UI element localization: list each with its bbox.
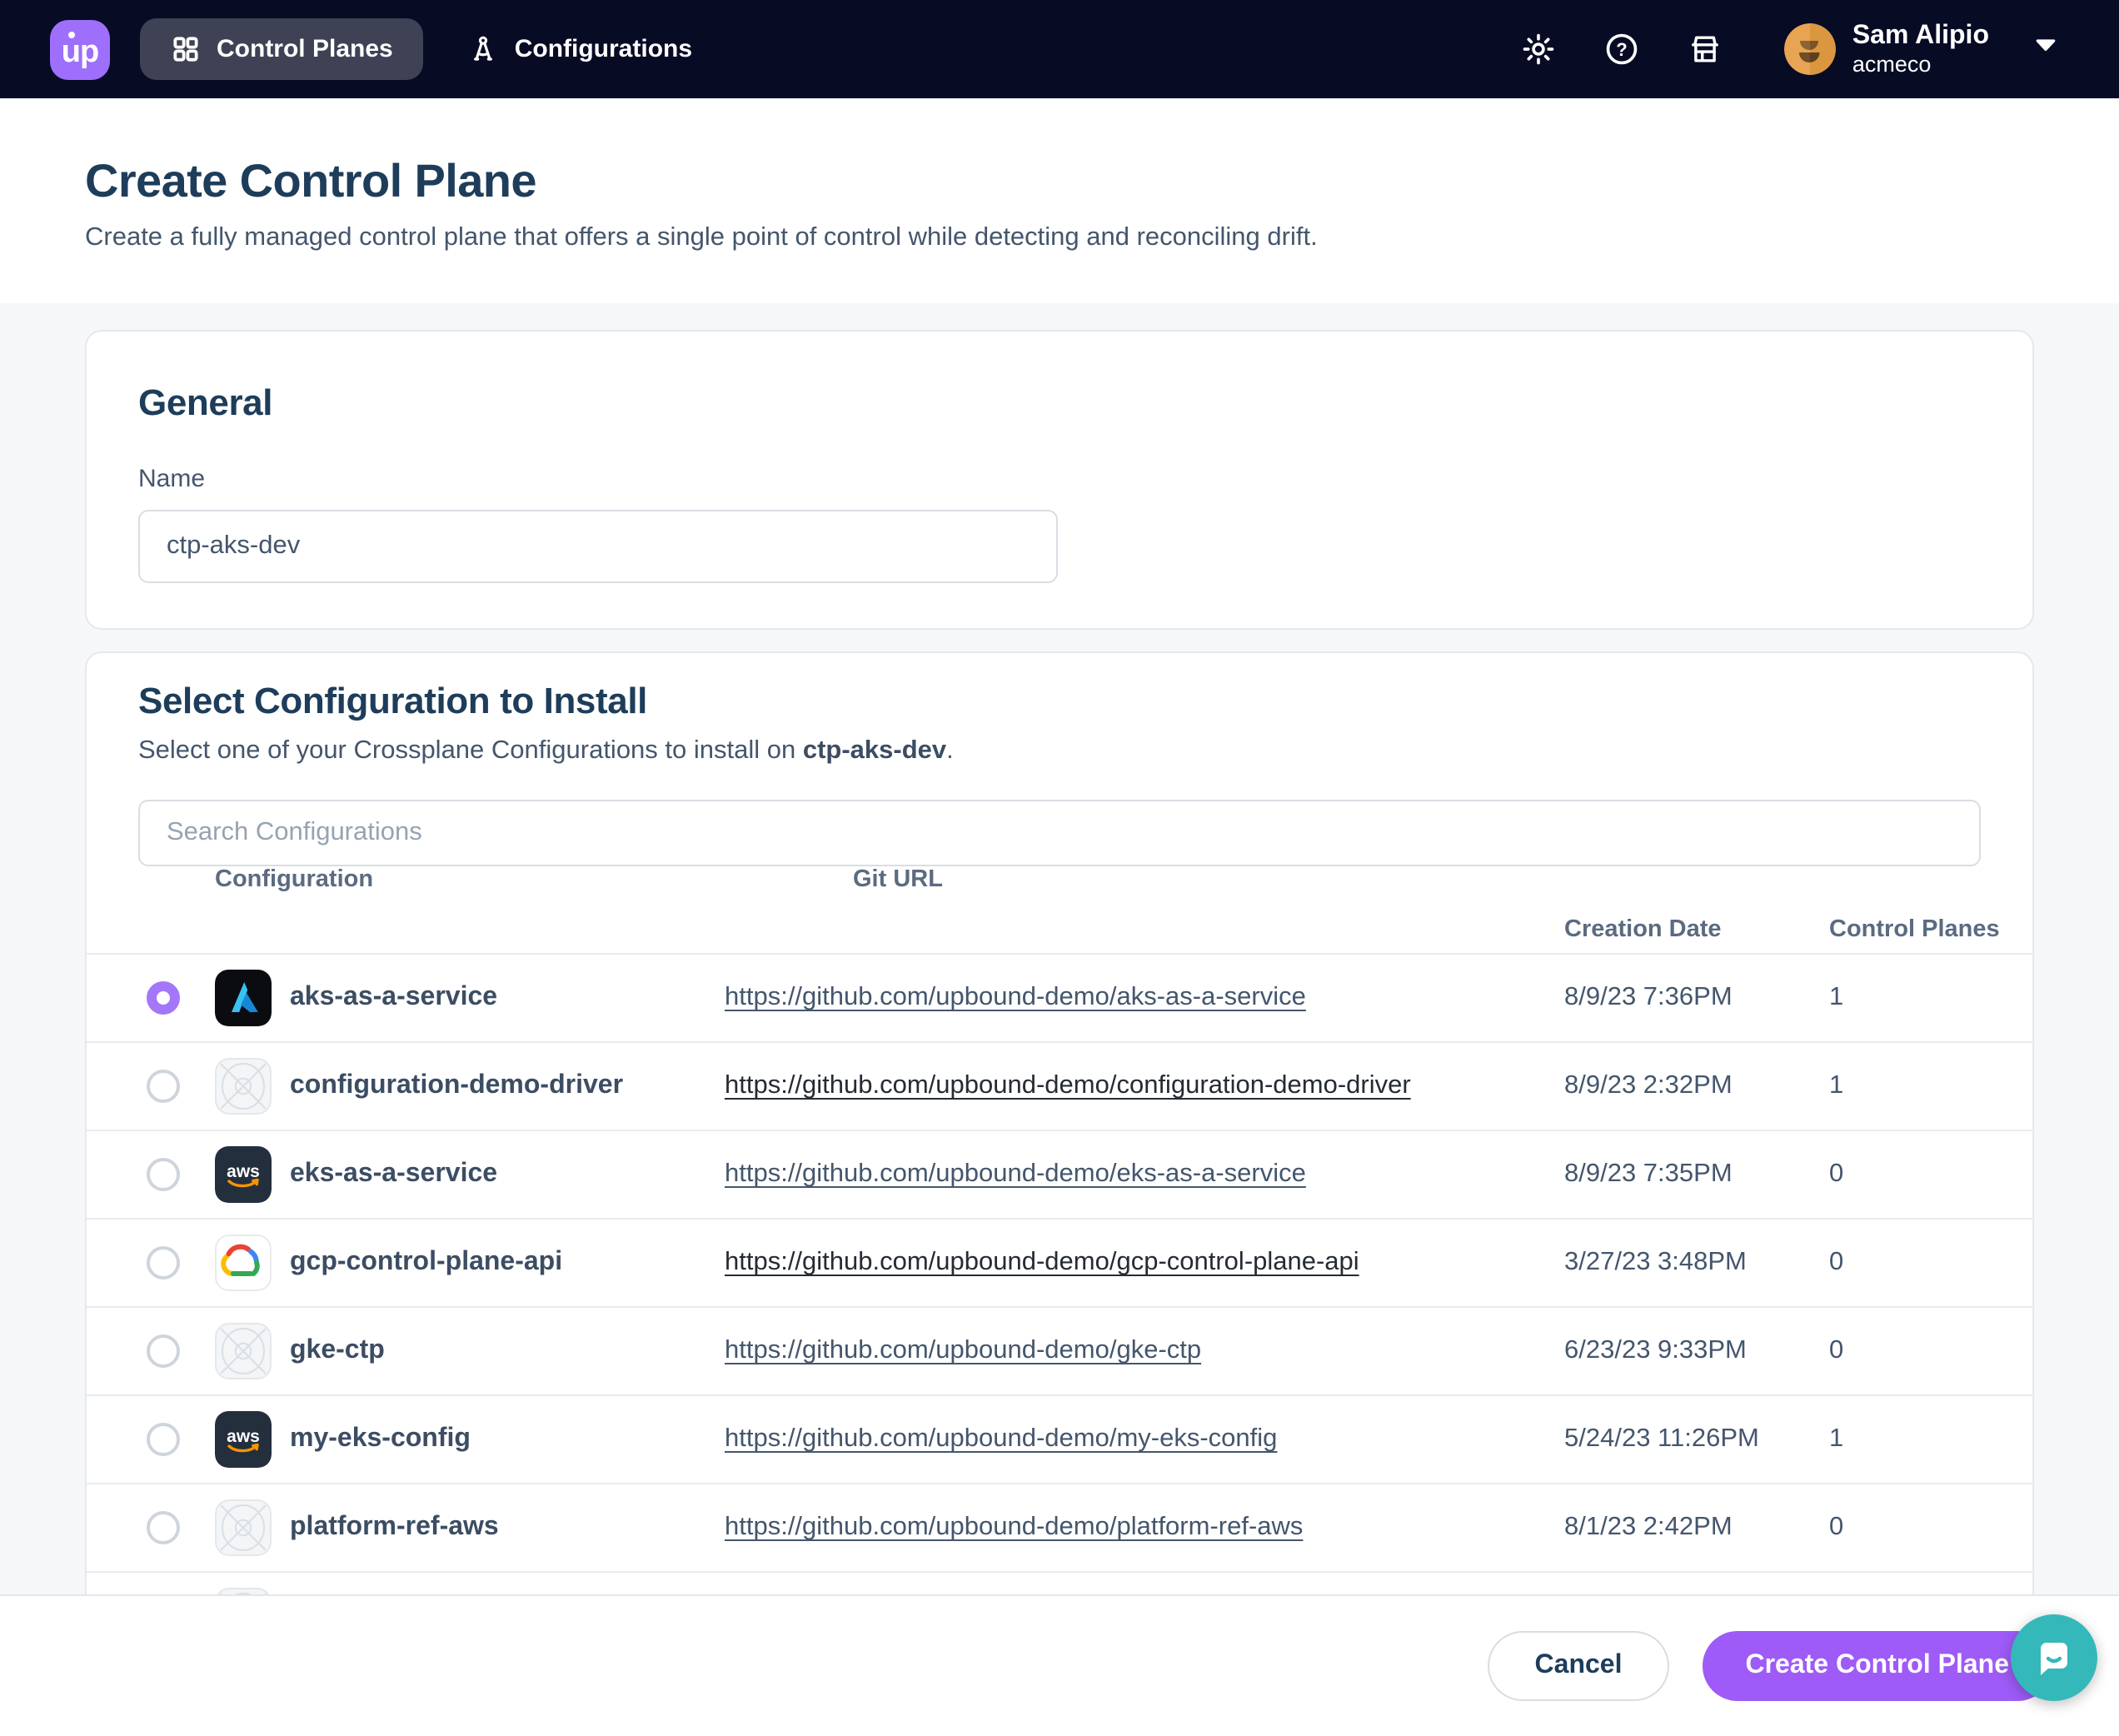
table-row[interactable]: configuration-demo-driver https://github… [87,1043,2032,1131]
config-name: gke-ctp [275,1336,725,1366]
creation-date: 8/9/23 7:36PM [1564,983,1829,1013]
config-radio[interactable] [147,1511,180,1544]
control-planes-count: 0 [1829,1336,2032,1366]
nav-item-label: Control Planes [217,35,393,63]
control-planes-count: 1 [1829,983,2032,1013]
config-name: configuration-demo-driver [275,1071,725,1101]
creation-date: 3/27/23 3:48PM [1564,1248,1829,1278]
upbound-logo[interactable]: up [50,19,110,79]
svg-text:aws: aws [227,1162,260,1181]
creation-date: 8/9/23 2:32PM [1564,1071,1829,1101]
git-url-link[interactable]: https://github.com/upbound-demo/gcp-cont… [725,1248,1564,1278]
config-name: gcp-control-plane-api [275,1248,725,1278]
help-icon[interactable]: ? [1603,30,1641,68]
table-row[interactable]: gke-ctp https://github.com/upbound-demo/… [87,1308,2032,1396]
config-name: aks-as-a-service [275,983,725,1013]
creation-date: 8/9/23 7:35PM [1564,1160,1829,1190]
nav-right: ? [1474,21,2119,77]
git-url-link[interactable]: https://github.com/upbound-demo/platform… [725,1513,1564,1543]
top-nav: up Control Planes Configurations [0,0,2119,98]
creation-date: 6/23/23 9:33PM [1564,1336,1829,1366]
nav-item-label: Configurations [515,35,692,63]
avatar[interactable] [1784,23,1836,75]
config-name: platform-ref-aws [275,1513,725,1543]
grid-icon [170,33,202,65]
control-planes-count: 1 [1829,1424,2032,1454]
table-row[interactable]: aws eks-as-a-service https://github.com/… [87,1131,2032,1220]
column-header-creation-date: Creation Date [1564,916,1829,966]
svg-text:?: ? [1616,39,1627,60]
creation-date: 5/24/23 11:26PM [1564,1424,1829,1454]
placeholder-icon [215,1058,272,1115]
general-heading: General [138,382,1981,425]
general-card: General Name [85,330,2034,630]
control-planes-count: 1 [1829,1071,2032,1101]
git-url-link[interactable]: https://github.com/upbound-demo/aks-as-a… [725,983,1564,1013]
git-url-link[interactable]: https://github.com/upbound-demo/my-eks-c… [725,1424,1564,1454]
config-radio[interactable] [147,1158,180,1191]
user-name: Sam Alipio [1852,21,1989,52]
table-row[interactable]: aks-as-a-service https://github.com/upbo… [87,955,2032,1043]
gear-icon[interactable] [1519,30,1558,68]
name-label: Name [138,465,1981,493]
config-radio[interactable] [147,1334,180,1368]
upbound-logo-text: up [62,36,98,67]
configuration-select-card: Select Configuration to Install Select o… [85,651,2034,1663]
create-control-plane-button[interactable]: Create Control Plane [1702,1631,2052,1701]
table-row[interactable]: aws my-eks-config https://github.com/upb… [87,1396,2032,1484]
placeholder-icon [215,1499,272,1556]
name-input[interactable] [138,510,1058,583]
compass-icon [466,32,500,66]
config-select-description: Select one of your Crossplane Configurat… [138,736,1981,766]
gcp-icon [215,1235,272,1291]
aws-icon: aws [215,1411,272,1468]
page-title: Create Control Plane [85,155,2034,208]
user-org: acmeco [1852,52,1989,77]
page-subtitle: Create a fully managed control plane tha… [85,223,2034,253]
chat-bubble-icon[interactable] [2011,1614,2097,1701]
cancel-button[interactable]: Cancel [1488,1631,1669,1701]
config-name: my-eks-config [275,1424,725,1454]
user-info[interactable]: Sam Alipio acmeco [1852,21,1989,77]
config-name: eks-as-a-service [275,1160,725,1190]
control-planes-count: 0 [1829,1160,2032,1190]
azure-icon [215,970,272,1026]
search-input[interactable] [138,800,1981,866]
app-window: up Control Planes Configurations [0,0,2119,1736]
storefront-icon[interactable] [1686,30,1724,68]
config-radio[interactable] [147,1423,180,1456]
action-bar: Cancel Create Control Plane [0,1594,2119,1736]
placeholder-icon [215,1323,272,1379]
table-row[interactable]: gcp-control-plane-api https://github.com… [87,1220,2032,1308]
config-radio[interactable] [147,1070,180,1103]
table-header: Configuration Git URL Creation Date Cont… [87,866,2032,955]
config-radio[interactable] [147,981,180,1015]
configurations-table: Configuration Git URL Creation Date Cont… [87,866,2032,1661]
chevron-down-icon[interactable] [2029,28,2062,70]
control-planes-count: 0 [1829,1248,2032,1278]
column-header-control-planes: Control Planes [1829,916,2032,966]
column-header-git-url: Git URL [853,866,1118,916]
creation-date: 8/1/23 2:42PM [1564,1513,1829,1543]
control-planes-count: 0 [1829,1513,2032,1543]
svg-text:aws: aws [227,1427,260,1446]
table-row[interactable]: platform-ref-aws https://github.com/upbo… [87,1484,2032,1573]
git-url-link[interactable]: https://github.com/upbound-demo/gke-ctp [725,1336,1564,1366]
config-select-heading: Select Configuration to Install [138,680,1981,723]
config-radio[interactable] [147,1246,180,1280]
nav-item-control-planes[interactable]: Control Planes [140,18,423,80]
nav-item-configurations[interactable]: Configurations [436,18,722,80]
git-url-link[interactable]: https://github.com/upbound-demo/configur… [725,1071,1564,1101]
page-header: Create Control Plane Create a fully mana… [0,98,2119,303]
aws-icon: aws [215,1146,272,1203]
git-url-link[interactable]: https://github.com/upbound-demo/eks-as-a… [725,1160,1564,1190]
